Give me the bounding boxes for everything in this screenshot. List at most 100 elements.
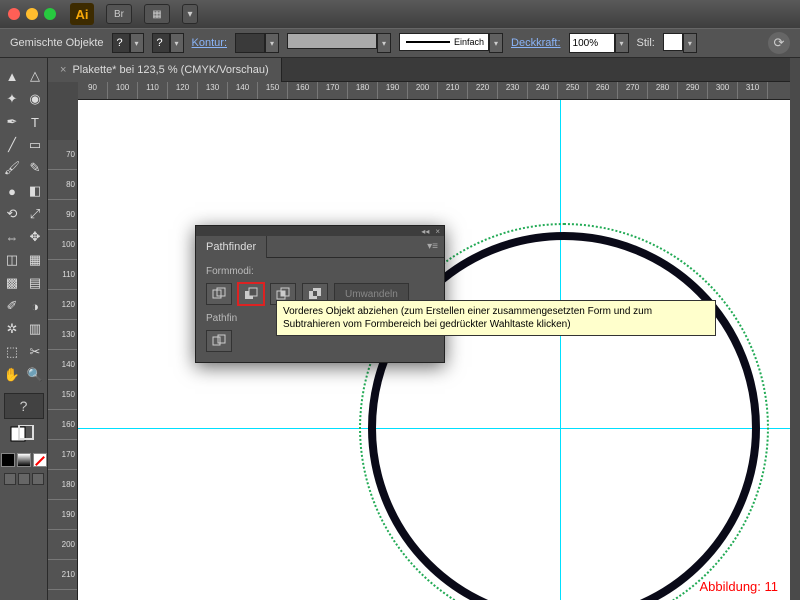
fill-dropdown[interactable]: ?▾ <box>112 33 144 53</box>
selection-tool[interactable]: ▲ <box>2 66 22 86</box>
eraser-tool[interactable]: ◧ <box>25 181 45 201</box>
style-label: Stil: <box>637 37 655 49</box>
ruler-tick: 190 <box>378 82 408 100</box>
draw-behind-button[interactable] <box>32 473 44 485</box>
close-icon[interactable] <box>8 8 20 20</box>
document-tab[interactable]: × Plakette* bei 123,5 % (CMYK/Vorschau) <box>48 58 282 82</box>
ruler-tick: 210 <box>48 560 77 590</box>
line-tool[interactable]: ╱ <box>2 135 22 155</box>
shape-modes-label: Formmodi: <box>206 266 434 277</box>
pencil-tool[interactable]: ✎ <box>25 158 45 178</box>
gradient-tool[interactable]: ▤ <box>25 273 45 293</box>
ruler-tick: 160 <box>288 82 318 100</box>
minimize-icon[interactable] <box>26 8 38 20</box>
draw-mode-button[interactable] <box>18 473 30 485</box>
ruler-vertical[interactable]: 7080901001101201301401501601701801902002… <box>48 140 78 600</box>
ruler-tick: 270 <box>618 82 648 100</box>
hand-tool[interactable]: ✋ <box>2 365 22 385</box>
ruler-tick: 190 <box>48 500 77 530</box>
ruler-tick: 110 <box>48 260 77 290</box>
tool-help-button[interactable]: ? <box>4 393 44 419</box>
ruler-tick: 140 <box>48 350 77 380</box>
symbol-spray-tool[interactable]: ✲ <box>2 319 22 339</box>
panel-dock[interactable] <box>790 58 800 600</box>
rotate-tool[interactable]: ⟲ <box>2 204 22 224</box>
document-title: Plakette* bei 123,5 % (CMYK/Vorschau) <box>72 64 268 76</box>
document-tabs: × Plakette* bei 123,5 % (CMYK/Vorschau) <box>48 58 790 82</box>
pathfinder-panel[interactable]: ◂◂ × Pathfinder ▾≡ Formmodi: Umwandeln P… <box>195 225 445 363</box>
artboard-tool[interactable]: ⬚ <box>2 342 22 362</box>
panel-header[interactable]: ◂◂ × <box>196 226 444 236</box>
stroke-profile-dropdown[interactable]: ▾ <box>287 33 391 53</box>
ruler-tick: 90 <box>78 82 108 100</box>
ruler-tick: 230 <box>498 82 528 100</box>
scale-tool[interactable]: ⤢ <box>25 204 45 224</box>
ruler-tick: 220 <box>48 590 77 600</box>
panel-menu-icon[interactable]: ▾≡ <box>427 241 438 252</box>
pathfinder-tab[interactable]: Pathfinder <box>196 236 267 258</box>
direct-selection-tool[interactable]: △ <box>25 66 45 86</box>
ruler-tick: 160 <box>48 410 77 440</box>
screen-mode-button[interactable] <box>4 473 16 485</box>
free-transform-tool[interactable]: ✥ <box>25 227 45 247</box>
maximize-icon[interactable] <box>44 8 56 20</box>
width-tool[interactable]: ⇔ <box>2 227 22 247</box>
blend-tool[interactable]: ◑ <box>25 296 45 316</box>
type-tool[interactable]: T <box>25 112 45 132</box>
ruler-tick: 170 <box>318 82 348 100</box>
panel-close-icon[interactable]: × <box>435 227 440 236</box>
opacity-label[interactable]: Deckkraft: <box>511 37 561 49</box>
divide-button[interactable] <box>206 330 232 352</box>
ruler-horizontal[interactable]: 9010011012013014015016017018019020021022… <box>78 82 790 100</box>
stroke-label[interactable]: Kontur: <box>192 37 227 49</box>
opacity-input[interactable]: 100%▾ <box>569 33 629 53</box>
ruler-tick: 150 <box>48 380 77 410</box>
column-graph-tool[interactable]: ▥ <box>25 319 45 339</box>
slice-tool[interactable]: ✂ <box>25 342 45 362</box>
lasso-tool[interactable]: ◉ <box>25 89 45 109</box>
mesh-tool[interactable]: ▩ <box>2 273 22 293</box>
sync-icon[interactable]: ⟳ <box>768 32 790 54</box>
minus-front-button[interactable] <box>238 283 264 305</box>
rectangle-tool[interactable]: ▭ <box>25 135 45 155</box>
tooltip: Vorderes Objekt abziehen (zum Erstellen … <box>276 300 716 336</box>
color-mode-row <box>1 453 47 467</box>
fill-stroke-swap-icon[interactable] <box>9 425 39 443</box>
color-gradient-icon[interactable] <box>17 453 31 467</box>
bridge-button[interactable]: Br <box>106 4 132 24</box>
magic-wand-tool[interactable]: ✦ <box>2 89 22 109</box>
eyedropper-tool[interactable]: ✐ <box>2 296 22 316</box>
brush-dropdown[interactable]: Einfach▾ <box>399 33 503 53</box>
collapse-icon[interactable]: ◂◂ <box>421 227 429 236</box>
zoom-tool[interactable]: 🔍 <box>25 365 45 385</box>
perspective-tool[interactable]: ▦ <box>25 250 45 270</box>
screen-mode-row <box>4 473 44 485</box>
brush-tool[interactable]: 🖌 <box>2 158 22 178</box>
arrange-button[interactable]: ▦ <box>144 4 170 24</box>
tab-close-icon[interactable]: × <box>60 64 66 76</box>
ruler-tick: 260 <box>588 82 618 100</box>
ruler-tick: 200 <box>48 530 77 560</box>
pen-tool[interactable]: ✒ <box>2 112 22 132</box>
shape-builder-tool[interactable]: ◫ <box>2 250 22 270</box>
style-dropdown[interactable]: ▾ <box>663 33 697 53</box>
ruler-tick: 100 <box>48 230 77 260</box>
color-none-icon[interactable] <box>33 453 47 467</box>
ruler-tick: 310 <box>738 82 768 100</box>
ruler-tick: 220 <box>468 82 498 100</box>
dropdown-icon[interactable]: ▾ <box>182 4 198 24</box>
blob-tool[interactable]: ● <box>2 181 22 201</box>
ruler-tick: 280 <box>648 82 678 100</box>
ruler-tick: 90 <box>48 200 77 230</box>
stroke-dropdown[interactable]: ?▾ <box>152 33 184 53</box>
unite-button[interactable] <box>206 283 232 305</box>
figure-caption: Abbildung: 11 <box>699 579 778 594</box>
ruler-tick: 180 <box>48 470 77 500</box>
color-solid-icon[interactable] <box>1 453 15 467</box>
ruler-tick: 300 <box>708 82 738 100</box>
ruler-tick: 180 <box>348 82 378 100</box>
ruler-tick: 70 <box>48 140 77 170</box>
ruler-tick: 110 <box>138 82 168 100</box>
stroke-weight-dropdown[interactable]: ▾ <box>235 33 279 53</box>
ruler-tick: 250 <box>558 82 588 100</box>
